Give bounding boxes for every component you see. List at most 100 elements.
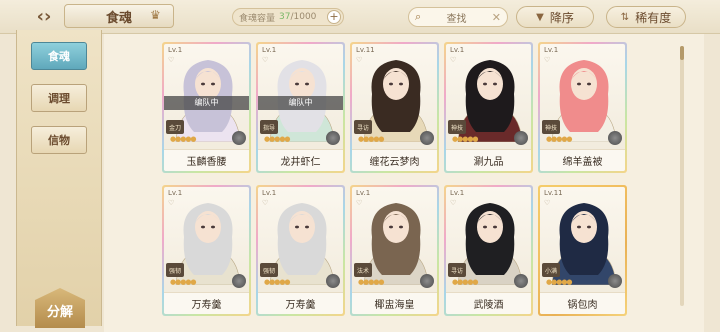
- tab-conditioning[interactable]: 调理: [31, 84, 87, 112]
- filter-label: 稀有度: [635, 10, 672, 25]
- food-soul-card[interactable]: Lv.11 ♡ 小满 ●●●●● 锅包肉: [538, 185, 627, 316]
- formation-badge: 编队中: [258, 96, 343, 110]
- card-name: 武陵酒: [446, 292, 531, 314]
- element-icon: [608, 274, 622, 288]
- card-level: Lv.11: [356, 46, 375, 54]
- capacity-max: /1000: [290, 12, 317, 22]
- class-badge: 金刀: [166, 120, 184, 134]
- food-soul-card[interactable]: Lv.1 ♡ 强韧 ●●●●● 万寿羹: [256, 185, 345, 316]
- clear-icon[interactable]: ✕: [492, 11, 501, 24]
- element-icon: [326, 131, 340, 145]
- star-rating: ●●●●●: [264, 278, 291, 286]
- class-badge: 法术: [354, 263, 372, 277]
- card-grid: Lv.1 ♡ 编队中 金刀 ●●●●● 玉麟香腰 Lv.1 ♡ 编队中 指导 ●…: [162, 42, 627, 316]
- card-level: Lv.1: [450, 46, 465, 54]
- sidebar: 食魂 调理 信物 分解: [16, 30, 102, 328]
- element-icon: [514, 274, 528, 288]
- element-icon: [420, 131, 434, 145]
- card-level: Lv.1: [356, 189, 371, 197]
- crown-icon: ♛: [150, 8, 161, 22]
- scrollbar-thumb[interactable]: [680, 46, 684, 60]
- element-icon: [420, 274, 434, 288]
- food-soul-card[interactable]: Lv.1 ♡ 神技 ●●●●● 涮九品: [444, 42, 533, 173]
- class-badge: 强韧: [260, 263, 278, 277]
- sort-label: 降序: [549, 10, 574, 25]
- card-name: 万寿羹: [258, 292, 343, 314]
- add-capacity-button[interactable]: +: [327, 10, 341, 24]
- food-soul-card[interactable]: Lv.1 ♡ 编队中 指导 ●●●●● 龙井虾仁: [256, 42, 345, 173]
- card-name: 玉麟香腰: [164, 149, 249, 171]
- class-badge: 神技: [542, 120, 560, 134]
- star-rating: ●●●●●: [546, 278, 573, 286]
- card-inner: Lv.1 ♡ 编队中 金刀 ●●●●● 玉麟香腰: [164, 44, 249, 171]
- card-name: 椰盅海皇: [352, 292, 437, 314]
- food-soul-card[interactable]: Lv.1 ♡ 强韧 ●●●●● 万寿羹: [162, 185, 251, 316]
- element-icon: [608, 131, 622, 145]
- tab-food-soul[interactable]: 食魂: [31, 42, 87, 70]
- element-icon: [232, 274, 246, 288]
- card-name: 龙井虾仁: [258, 149, 343, 171]
- heart-icon: ♡: [544, 199, 551, 207]
- capacity-indicator: 食魂容量 37 /1000 +: [232, 8, 344, 26]
- star-rating: ●●●●●: [452, 135, 479, 143]
- filter-button[interactable]: ⇅ 稀有度: [606, 6, 686, 28]
- capacity-label: 食魂容量: [239, 13, 276, 24]
- element-icon: [326, 274, 340, 288]
- heart-icon: ♡: [168, 199, 175, 207]
- heart-icon: ♡: [262, 199, 269, 207]
- card-inner: Lv.1 ♡ 寻访 ●●●●● 武陵酒: [446, 187, 531, 314]
- decompose-button[interactable]: 分解: [35, 288, 85, 328]
- element-icon: [232, 131, 246, 145]
- food-soul-card[interactable]: Lv.1 ♡ 法术 ●●●●● 椰盅海皇: [350, 185, 439, 316]
- heart-icon: ♡: [450, 56, 457, 64]
- class-badge: 小满: [542, 263, 560, 277]
- capacity-current: 37: [279, 12, 291, 22]
- card-inner: Lv.1 ♡ 强韧 ●●●●● 万寿羹: [164, 187, 249, 314]
- class-badge: 强韧: [166, 263, 184, 277]
- star-rating: ●●●●●: [358, 135, 385, 143]
- search-input[interactable]: ⌕ 查找 ✕: [408, 7, 508, 27]
- card-name: 绵羊盖被: [540, 149, 625, 171]
- heart-icon: ♡: [544, 56, 551, 64]
- class-badge: 指导: [260, 120, 278, 134]
- food-soul-card[interactable]: Lv.1 ♡ 神技 ●●●●● 绵羊盖被: [538, 42, 627, 173]
- formation-badge: 编队中: [164, 96, 249, 110]
- main-area: Lv.1 ♡ 编队中 金刀 ●●●●● 玉麟香腰 Lv.1 ♡ 编队中 指导 ●…: [104, 34, 704, 332]
- tab-token[interactable]: 信物: [31, 126, 87, 154]
- heart-icon: ♡: [356, 56, 363, 64]
- star-rating: ●●●●●: [358, 278, 385, 286]
- heart-icon: ♡: [356, 199, 363, 207]
- card-level: Lv.1: [168, 189, 183, 197]
- card-name: 缠花云梦肉: [352, 149, 437, 171]
- food-soul-card[interactable]: Lv.1 ♡ 编队中 金刀 ●●●●● 玉麟香腰: [162, 42, 251, 173]
- back-arrow-icon[interactable]: ‹›: [30, 4, 58, 28]
- sort-button[interactable]: ▼ 降序: [516, 6, 594, 28]
- star-rating: ●●●●●: [546, 135, 573, 143]
- filter-icon: ⇅: [620, 11, 630, 23]
- star-rating: ●●●●●: [264, 135, 291, 143]
- card-inner: Lv.1 ♡ 法术 ●●●●● 椰盅海皇: [352, 187, 437, 314]
- card-inner: Lv.1 ♡ 神技 ●●●●● 绵羊盖被: [540, 44, 625, 171]
- food-soul-card[interactable]: Lv.11 ♡ 寻访 ●●●●● 缠花云梦肉: [350, 42, 439, 173]
- card-level: Lv.1: [544, 46, 559, 54]
- card-inner: Lv.1 ♡ 强韧 ●●●●● 万寿羹: [258, 187, 343, 314]
- search-label: 查找: [446, 13, 467, 25]
- element-icon: [514, 131, 528, 145]
- card-name: 万寿羹: [164, 292, 249, 314]
- heart-icon: ♡: [450, 199, 457, 207]
- heart-icon: ♡: [168, 56, 175, 64]
- card-level: Lv.1: [262, 46, 277, 54]
- card-level: Lv.11: [544, 189, 563, 197]
- star-rating: ●●●●●: [170, 135, 197, 143]
- card-level: Lv.1: [450, 189, 465, 197]
- class-badge: 神技: [448, 120, 466, 134]
- star-rating: ●●●●●: [452, 278, 479, 286]
- card-inner: Lv.1 ♡ 编队中 指导 ●●●●● 龙井虾仁: [258, 44, 343, 171]
- top-bar: ‹› 食魂 ♛ 食魂容量 37 /1000 + ⌕ 查找 ✕ ▼ 降序 ⇅ 稀有…: [0, 0, 720, 34]
- sort-icon: ▼: [536, 11, 544, 23]
- food-soul-card[interactable]: Lv.1 ♡ 寻访 ●●●●● 武陵酒: [444, 185, 533, 316]
- class-badge: 寻访: [354, 120, 372, 134]
- scrollbar[interactable]: [680, 46, 684, 306]
- star-rating: ●●●●●: [170, 278, 197, 286]
- card-name: 涮九品: [446, 149, 531, 171]
